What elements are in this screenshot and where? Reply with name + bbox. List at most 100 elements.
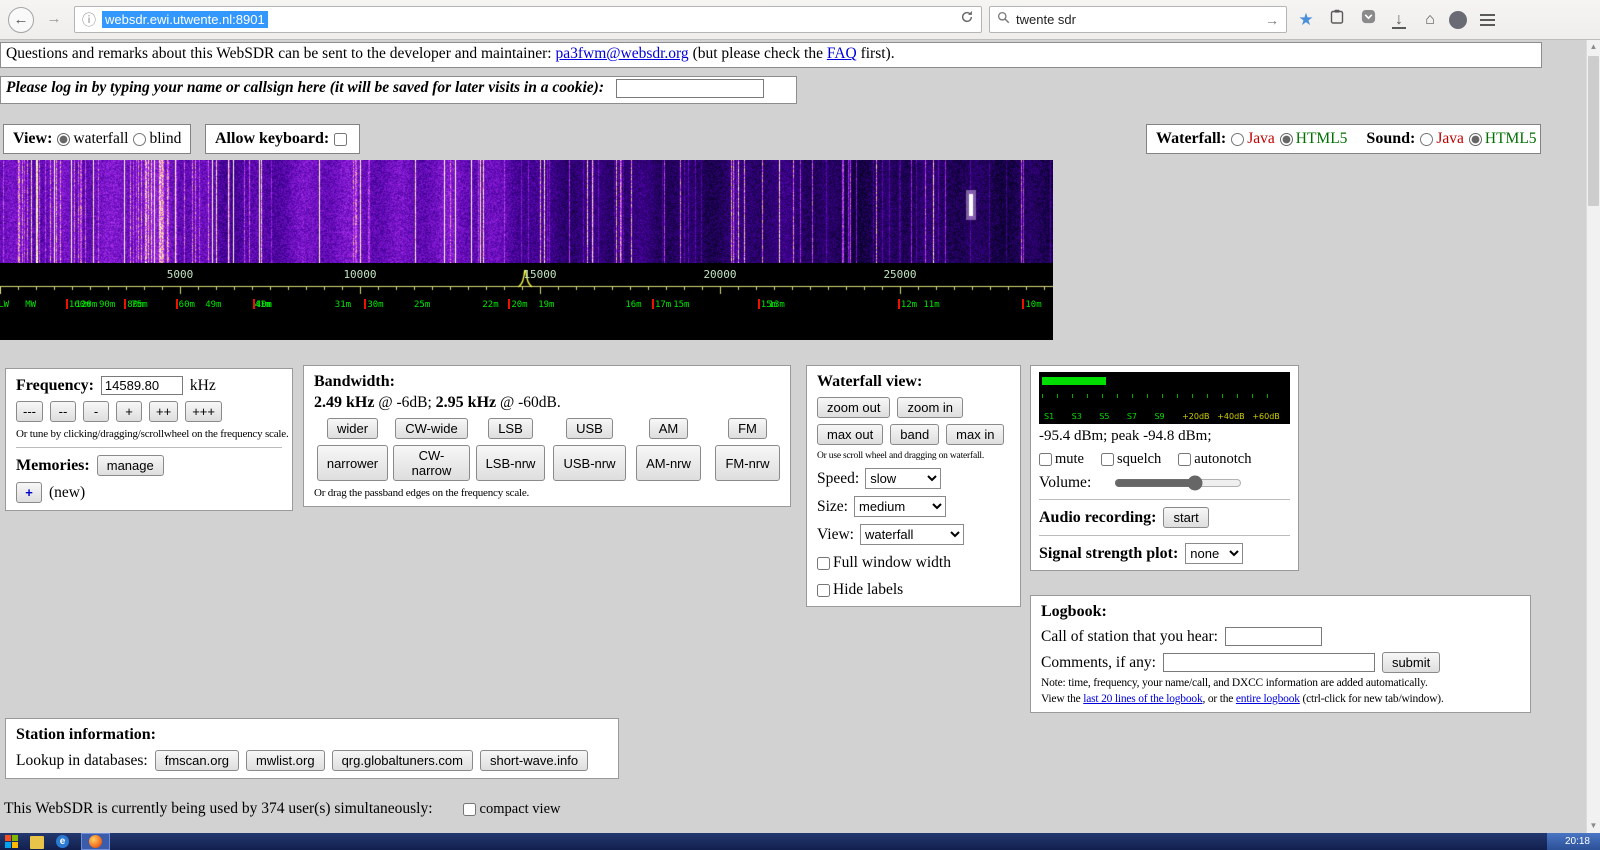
waterfall-html5-option[interactable]: HTML5 (1279, 130, 1347, 148)
waterfall-button-max-out[interactable]: max out (817, 424, 884, 445)
sound-html5-radio[interactable] (1468, 132, 1482, 146)
bandwidth-button-narrower[interactable]: narrower (316, 445, 389, 481)
pocket-icon[interactable] (1356, 8, 1380, 32)
taskbar-ie-icon[interactable]: e (56, 835, 69, 848)
mute-option[interactable]: mute (1039, 451, 1084, 468)
search-bar[interactable]: → (989, 6, 1287, 33)
search-go-icon[interactable]: → (1265, 12, 1279, 28)
tune-step-button--[interactable]: -- (50, 401, 76, 422)
reload-icon[interactable] (960, 10, 974, 29)
waterfall-view-select[interactable]: waterfall (859, 524, 964, 545)
tune-step-button--[interactable]: --- (16, 401, 43, 422)
waterfall-java-radio[interactable] (1231, 132, 1245, 146)
database-button-qrg-globaltuners-com[interactable]: qrg.globaltuners.com (331, 750, 473, 771)
bandwidth-button-am[interactable]: AM (648, 418, 689, 439)
full-window-width-checkbox[interactable] (817, 556, 830, 570)
forward-button[interactable]: → (41, 7, 67, 33)
menu-icon[interactable] (1480, 13, 1495, 26)
back-button[interactable]: ← (8, 6, 34, 33)
page-scrollbar[interactable]: ▲ ▼ (1586, 40, 1600, 833)
taskbar-tray[interactable]: 20:18 (1546, 833, 1600, 850)
sound-java-option[interactable]: Java (1420, 130, 1464, 148)
bookmarks-menu-icon[interactable] (1325, 8, 1349, 32)
url-text[interactable]: websdr.ewi.utwente.nl:8901 (102, 11, 268, 28)
bandwidth-button-fm-nrw[interactable]: FM-nrw (715, 445, 780, 481)
autonotch-checkbox[interactable] (1178, 453, 1192, 467)
logbook-last20-link[interactable]: last 20 lines of the logbook (1083, 693, 1202, 705)
bandwidth-button-am-nrw[interactable]: AM-nrw (636, 445, 701, 481)
volume-slider[interactable] (1114, 477, 1243, 489)
allow-keyboard-checkbox[interactable] (334, 132, 348, 146)
view-blind-option[interactable]: blind (133, 130, 181, 148)
database-button-mwlist-org[interactable]: mwlist.org (246, 750, 325, 771)
frequency-input[interactable] (100, 376, 183, 395)
waterfall-button-zoom-in[interactable]: zoom in (897, 397, 964, 418)
url-bar[interactable]: ⓘ websdr.ewi.utwente.nl:8901 (74, 6, 982, 33)
database-button-fmscan-org[interactable]: fmscan.org (154, 750, 240, 771)
tune-step-button--[interactable]: - (83, 401, 109, 422)
waterfall-canvas[interactable] (0, 160, 1053, 263)
scroll-up-icon[interactable]: ▲ (1587, 40, 1600, 54)
sound-java-radio[interactable] (1420, 132, 1434, 146)
site-info-icon[interactable]: ⓘ (82, 10, 96, 30)
bandwidth-button-cw-narrow[interactable]: CW-narrow (393, 445, 470, 481)
full-window-width-option[interactable]: Full window width (817, 554, 1010, 572)
windows-taskbar: e 20:18 (0, 833, 1600, 850)
bandwidth-button-lsb[interactable]: LSB (488, 418, 533, 439)
faq-link[interactable]: FAQ (827, 45, 857, 62)
tune-step-button--[interactable]: + (116, 401, 142, 422)
bandwidth-button-wider[interactable]: wider (326, 418, 379, 439)
bandwidth-button-cw-wide[interactable]: CW-wide (395, 418, 468, 439)
call-input[interactable] (1224, 627, 1322, 646)
logbook-submit-button[interactable]: submit (1381, 652, 1441, 673)
sound-html5-option[interactable]: HTML5 (1468, 130, 1537, 148)
scrollbar-thumb[interactable] (1588, 56, 1599, 206)
band-label: 31m (334, 300, 352, 310)
taskbar-explorer-icon[interactable] (30, 835, 44, 849)
bandwidth-button-usb[interactable]: USB (566, 418, 613, 439)
squelch-checkbox[interactable] (1101, 453, 1114, 467)
tune-step-button--[interactable]: +++ (185, 401, 222, 422)
view-waterfall-radio[interactable] (57, 132, 71, 146)
maintainer-email-link[interactable]: pa3fwm@websdr.org (555, 45, 688, 62)
comments-input[interactable] (1162, 653, 1375, 672)
waterfall-button-zoom-out[interactable]: zoom out (817, 397, 891, 418)
hide-labels-checkbox[interactable] (817, 583, 830, 597)
ham-band-marker (757, 299, 760, 309)
taskbar-firefox-item[interactable] (81, 833, 110, 850)
waterfall-display[interactable]: 5000 10000 15000 20000 25000 LW MW 160m 120m 90m 8… (0, 160, 1053, 340)
compact-view-checkbox[interactable] (462, 802, 476, 816)
search-input[interactable] (1016, 12, 1259, 27)
waterfall-button-max-in[interactable]: max in (946, 424, 1005, 445)
waterfall-html5-radio[interactable] (1279, 132, 1293, 146)
memories-manage-button[interactable]: manage (96, 455, 164, 476)
database-button-short-wave-info[interactable]: short-wave.info (479, 750, 589, 771)
mute-checkbox[interactable] (1039, 453, 1052, 467)
tune-step-button--[interactable]: ++ (149, 401, 179, 422)
scroll-down-icon[interactable]: ▼ (1587, 819, 1600, 833)
home-icon[interactable]: ⌂ (1418, 8, 1442, 32)
hide-labels-option[interactable]: Hide labels (817, 581, 1010, 599)
logbook-entire-link[interactable]: entire logbook (1236, 693, 1300, 705)
bandwidth-button-fm[interactable]: FM (728, 418, 767, 439)
bookmark-star-icon[interactable]: ★ (1294, 8, 1318, 32)
callsign-input[interactable] (615, 79, 764, 98)
waterfall-java-option[interactable]: Java (1231, 130, 1275, 148)
view-blind-radio[interactable] (133, 132, 147, 146)
memory-add-button[interactable]: + (16, 482, 42, 503)
view-waterfall-option[interactable]: waterfall (57, 130, 128, 148)
start-button[interactable] (5, 835, 18, 848)
squelch-option[interactable]: squelch (1101, 451, 1161, 468)
bandwidth-button-usb-nrw[interactable]: USB-nrw (553, 445, 626, 481)
bandwidth-button-lsb-nrw[interactable]: LSB-nrw (475, 445, 546, 481)
signal-plot-select[interactable]: none (1185, 543, 1244, 564)
keyboard-box: Allow keyboard: (205, 124, 361, 154)
size-select[interactable]: medium (854, 496, 946, 517)
downloads-icon[interactable]: ↓ (1387, 8, 1411, 32)
speed-select[interactable]: slow (865, 468, 942, 489)
frequency-scale[interactable]: 5000 10000 15000 20000 25000 LW MW 160m 120m 90m 8… (0, 263, 1053, 340)
autonotch-option[interactable]: autonotch (1178, 451, 1251, 468)
waterfall-button-band[interactable]: band (890, 424, 940, 445)
account-icon[interactable] (1449, 10, 1467, 29)
recording-start-button[interactable]: start (1163, 507, 1209, 528)
